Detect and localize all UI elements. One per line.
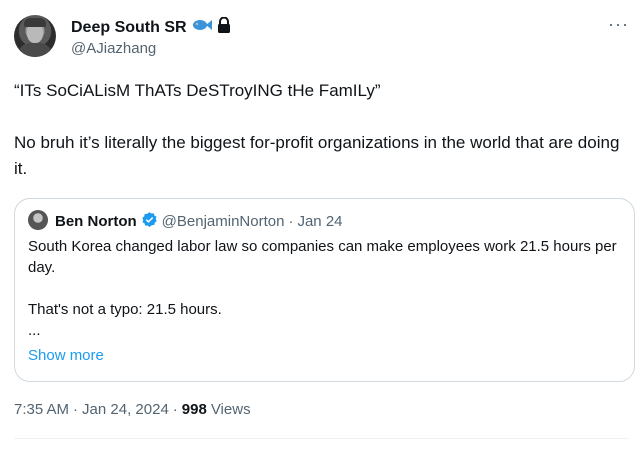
tweet-text-line2: No bruh it’s literally the biggest for-p… [14,133,620,178]
footer-separator: · [73,401,79,418]
quoted-date[interactable]: Jan 24 [297,213,342,230]
verified-badge-icon [141,211,158,232]
meta-separator: · [288,213,294,230]
quoted-text: South Korea changed labor law so compani… [28,236,618,341]
quoted-author-handle[interactable]: @BenjaminNorton [162,213,285,230]
author-handle[interactable]: @AJiazhang [71,40,156,57]
quoted-text-line: South Korea changed labor law so compani… [28,238,617,276]
tweet-time[interactable]: 7:35 AM [14,401,69,418]
more-options-icon[interactable]: ··· [608,14,629,35]
lock-icon [217,16,231,38]
quoted-tweet-card[interactable]: Ben Norton @BenjaminNorton · Jan 24 Sout… [14,198,635,382]
quoted-author-row: Ben Norton @BenjaminNorton · Jan 24 [55,211,343,232]
footer-separator: · [172,401,178,418]
divider [14,438,629,439]
tweet-text-line1: “ITs SoCiALisM ThATs DeSTroyING tHe FamI… [14,81,381,100]
avatar-coat [18,43,52,57]
quoted-text-line: That's not a typo: 21.5 hours. [28,301,222,318]
views-label: Views [210,401,251,418]
author-name-row[interactable]: Deep South SR [71,16,231,38]
fish-emoji-icon [192,18,212,37]
tweet-footer: 7:35 AM · Jan 24, 2024 · 998 Views [14,401,251,418]
tweet-date[interactable]: Jan 24, 2024 [82,401,169,418]
quoted-author-avatar[interactable] [28,210,48,230]
views-count: 998 [181,401,207,418]
author-avatar[interactable] [14,15,56,57]
author-name[interactable]: Deep South SR [71,19,187,37]
avatar-cap [24,18,46,27]
quoted-text-line: ... [28,322,41,339]
quoted-author-name[interactable]: Ben Norton [55,213,137,230]
show-more-link[interactable]: Show more [28,347,104,364]
